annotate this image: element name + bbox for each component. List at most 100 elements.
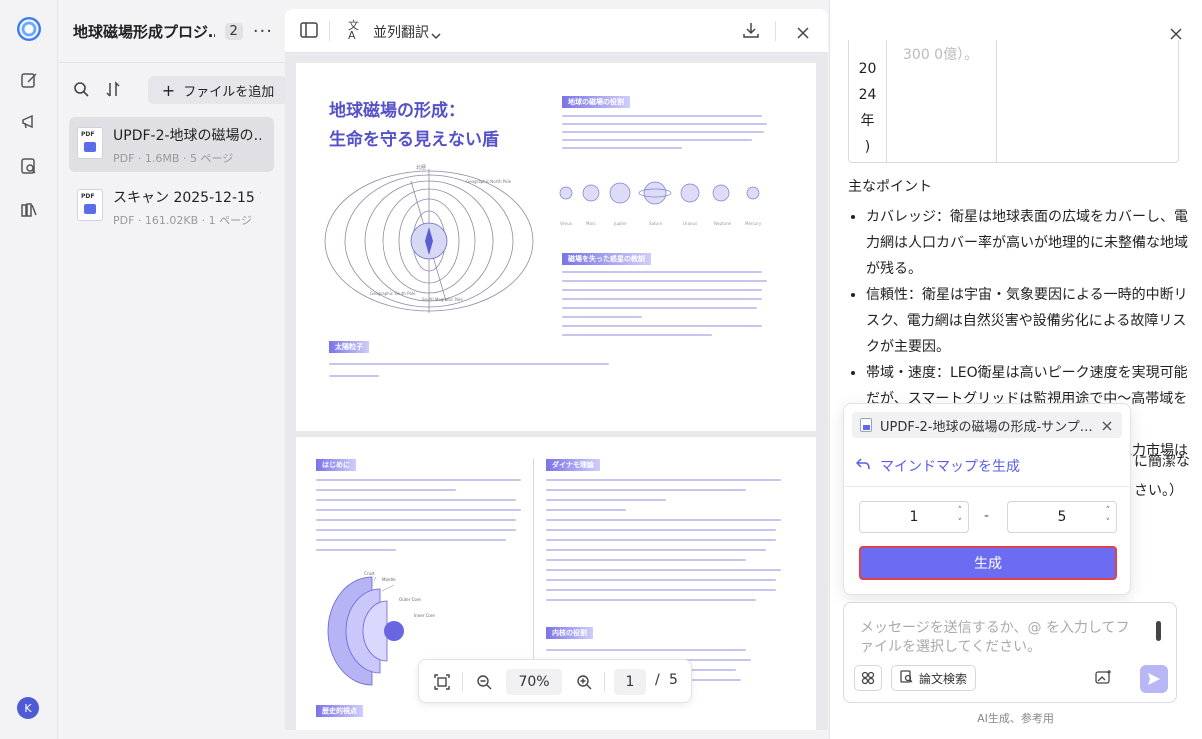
mindmap-popup: UPDF-2-地球の磁場の形成-サンプ… マインドマップを生成 1 ˄ ˅ - 5… [843, 403, 1132, 595]
section-tag: ダイナモ理論 [546, 459, 600, 471]
library-icon[interactable] [17, 198, 41, 222]
section-heading: 主なポイント [848, 179, 932, 195]
planets-diagram: Venus Mars Jupiter Saturn Uranus Neptune Me… [559, 181, 762, 226]
section-tag: 歴史的視点 [316, 705, 363, 717]
document-viewer: 文A 並列翻訳 地球磁場の形成： 生命を守る見えない盾 地球の磁場の役割 北極 … [285, 9, 828, 730]
response-text: さい。） [1134, 483, 1183, 499]
files-toolbar: + ファイルを追加 [73, 76, 288, 104]
search-icon[interactable] [73, 81, 90, 102]
pdf-file-icon: PDF [77, 127, 103, 159]
file-chip: UPDF-2-地球の磁場の形成-サンプ… [852, 412, 1122, 438]
table-cell: 300 0億）。 [887, 40, 997, 163]
svg-text:Inner Core: Inner Core [414, 613, 435, 618]
zoom-percent[interactable]: 70% [506, 669, 562, 695]
scrollbar[interactable] [1156, 621, 1161, 641]
paper-search-icon [900, 670, 913, 686]
svg-text:Mars: Mars [586, 221, 596, 226]
svg-text:Mercury: Mercury [745, 221, 762, 226]
file-meta: PDF · 1.6MB · 5 ページ [113, 152, 234, 165]
total-pages: 5 [669, 672, 678, 688]
response-table: 20 24 年) 300 0億）。 [848, 40, 1179, 163]
file-count-badge: 2 [224, 22, 243, 40]
translate-mode-label[interactable]: 並列翻訳 [373, 22, 429, 42]
fit-page-icon[interactable] [434, 674, 450, 694]
return-arrow-icon [855, 458, 870, 474]
megaphone-icon[interactable] [17, 110, 41, 134]
edit-icon[interactable] [17, 68, 41, 92]
response-text: に簡潔な [1134, 454, 1190, 470]
close-icon[interactable] [1102, 420, 1112, 435]
svg-text:Venus: Venus [560, 221, 572, 226]
section-tag: 地球の磁場の役割 [562, 96, 630, 108]
section-tag: 太陽粒子 [329, 341, 369, 353]
svg-text:Jupiter: Jupiter [613, 221, 627, 226]
plus-icon: + [161, 80, 176, 100]
list-item: カバレッジ：衛星は地球表面の広域をカバーし、電力網は人口カバー率が高いが地理的に… [866, 204, 1188, 282]
message-input-box[interactable]: メッセージを送信するか、@ を入力してファイルを選択してください。 論文検索 [843, 602, 1177, 703]
add-file-label: ファイルを追加 [183, 84, 275, 100]
more-options-button[interactable]: ··· [253, 21, 273, 42]
svg-text:Uranus: Uranus [683, 221, 697, 226]
app-rail: K [0, 0, 58, 739]
send-button[interactable] [1140, 665, 1168, 693]
add-file-button[interactable]: + ファイルを追加 [148, 76, 288, 104]
table-cell: 20 24 年) [849, 40, 887, 163]
zoom-out-icon[interactable] [476, 674, 492, 694]
file-name: スキャン 2025-12-15 1… [113, 190, 261, 206]
generate-button[interactable]: 生成 [859, 546, 1117, 580]
diagram-label: Geographic North Pole [466, 179, 512, 184]
file-item[interactable]: PDF スキャン 2025-12-15 1… PDF · 161.02KB · … [69, 179, 274, 234]
svg-text:Saturn: Saturn [649, 221, 663, 226]
close-icon[interactable] [797, 24, 809, 43]
range-dash: - [984, 508, 990, 524]
model-select-icon[interactable] [854, 665, 882, 691]
pdf-file-icon [860, 418, 872, 432]
svg-text:Neptune: Neptune [714, 221, 732, 226]
message-input[interactable]: メッセージを送信するか、@ を入力してファイルを選択してください。 [860, 619, 1140, 657]
file-name: UPDF-2-地球の磁場の… [113, 128, 261, 144]
section-tag: 内核の役割 [546, 627, 593, 639]
file-meta: PDF · 161.02KB · 1 ページ [113, 214, 252, 227]
sort-icon[interactable] [105, 81, 122, 102]
section-tag: 磁場を失った惑星の教訓 [562, 253, 651, 265]
stepper-arrows-icon: ˄ ˅ [1105, 506, 1111, 528]
diagram-label: South Magnetic Pole [422, 297, 463, 302]
divider [59, 62, 285, 63]
magnetic-field-diagram: 北極 Geographic North Pole Geographic Sout… [324, 164, 534, 313]
generate-mindmap-link[interactable]: マインドマップを生成 [855, 456, 1020, 476]
page-from-stepper[interactable]: 1 ˄ ˅ [859, 501, 969, 533]
document-search-icon[interactable] [17, 154, 41, 178]
diagram-label-north: 北極 [416, 164, 426, 171]
project-title: 地球磁場形成プロジ… [73, 22, 215, 41]
list-item: 信頼性：衛星は宇宙・気象要因による一時的中断リスク、電力網は自然災害や設備劣化に… [866, 282, 1188, 360]
zoom-toolbar: 70% 1 / 5 [418, 659, 692, 703]
page-number-input[interactable]: 1 [614, 669, 646, 695]
svg-text:Mantle: Mantle [382, 577, 396, 582]
files-panel: 地球磁場形成プロジ… 2 ··· + ファイルを追加 PDF UPDF-2-地球… [59, 0, 288, 739]
chevron-down-icon[interactable] [431, 25, 441, 44]
pdf-file-icon: PDF [77, 189, 103, 221]
app-logo-icon[interactable] [17, 17, 41, 41]
svg-text:Crust: Crust [364, 571, 375, 576]
diagram-label: Geographic South Pole [370, 291, 416, 296]
sidebar-toggle-icon[interactable] [300, 22, 318, 42]
page-title-line2: 生命を守る見えない盾 [329, 130, 499, 150]
ai-disclaimer: AI生成、参考用 [977, 712, 1054, 725]
avatar[interactable]: K [17, 697, 39, 719]
download-icon[interactable] [743, 22, 759, 42]
section-tag: はじめに [316, 459, 356, 471]
viewer-toolbar: 文A 並列翻訳 [285, 9, 828, 53]
svg-text:Outer Core: Outer Core [399, 597, 421, 602]
add-image-icon[interactable] [1095, 669, 1113, 689]
page-to-stepper[interactable]: 5 ˄ ˅ [1007, 501, 1117, 533]
page-title-line1: 地球磁場の形成： [329, 101, 465, 121]
stepper-arrows-icon: ˄ ˅ [957, 506, 963, 528]
translate-icon[interactable]: 文A [348, 20, 359, 41]
zoom-in-icon[interactable] [576, 674, 592, 694]
paper-search-button[interactable]: 論文検索 [891, 665, 977, 691]
file-item[interactable]: PDF UPDF-2-地球の磁場の… PDF · 1.6MB · 5 ページ [69, 117, 274, 172]
page-separator: / [655, 672, 660, 688]
files-header: 地球磁場形成プロジ… 2 ··· [73, 14, 273, 48]
file-chip-label: UPDF-2-地球の磁場の形成-サンプ… [880, 419, 1093, 435]
pdf-page-1: 地球磁場の形成： 生命を守る見えない盾 地球の磁場の役割 北極 Geograph… [296, 63, 816, 431]
